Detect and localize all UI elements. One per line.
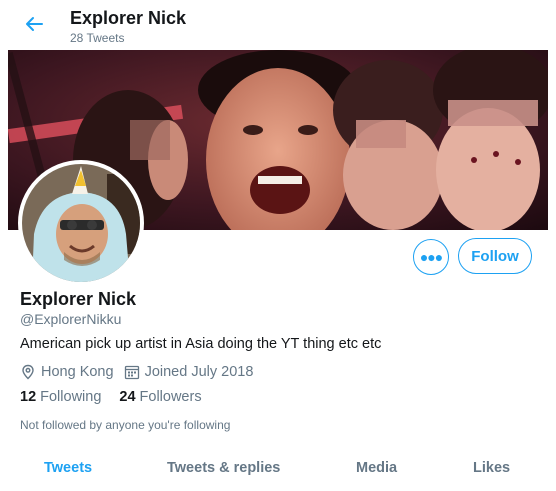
follow-counts: 12 Following 24 Followers — [20, 389, 220, 405]
more-options-button[interactable]: ●●● — [413, 239, 449, 275]
tab-likes[interactable]: Likes — [473, 460, 510, 476]
profile-joined: Joined July 2018 — [124, 364, 254, 380]
profile-handle: @ExplorerNikku — [20, 311, 122, 327]
location-text: Hong Kong — [41, 364, 114, 380]
tab-media[interactable]: Media — [356, 460, 397, 476]
calendar-icon — [124, 364, 140, 380]
tab-tweets-replies[interactable]: Tweets & replies — [167, 460, 280, 476]
followers-link[interactable]: 24 Followers — [119, 389, 201, 405]
arrow-left-icon[interactable] — [22, 12, 46, 36]
page-title: Explorer Nick — [70, 8, 187, 28]
top-bar: Explorer Nick 28 Tweets — [0, 0, 556, 50]
following-link[interactable]: 12 Following — [20, 389, 101, 405]
profile-name: Explorer Nick — [20, 289, 137, 309]
profile-bio: American pick up artist in Asia doing th… — [20, 336, 382, 352]
following-label: Following — [40, 389, 102, 405]
tweet-count: 28 Tweets — [70, 31, 125, 45]
following-count: 12 — [20, 389, 37, 405]
profile-location: Hong Kong — [20, 364, 114, 380]
follow-button[interactable]: Follow — [458, 238, 532, 274]
profile-tabs: Tweets Tweets & replies Media Likes — [0, 450, 556, 491]
followers-count: 24 — [119, 389, 136, 405]
profile-meta: Hong Kong Joined July 2018 — [20, 364, 263, 380]
followed-by-note: Not followed by anyone you're following — [20, 418, 231, 432]
avatar[interactable] — [18, 160, 144, 286]
more-options-icon: ●●● — [419, 249, 443, 265]
joined-text: Joined July 2018 — [144, 364, 254, 380]
followers-label: Followers — [139, 389, 202, 405]
tab-tweets[interactable]: Tweets — [44, 460, 92, 476]
location-pin-icon — [20, 364, 36, 380]
